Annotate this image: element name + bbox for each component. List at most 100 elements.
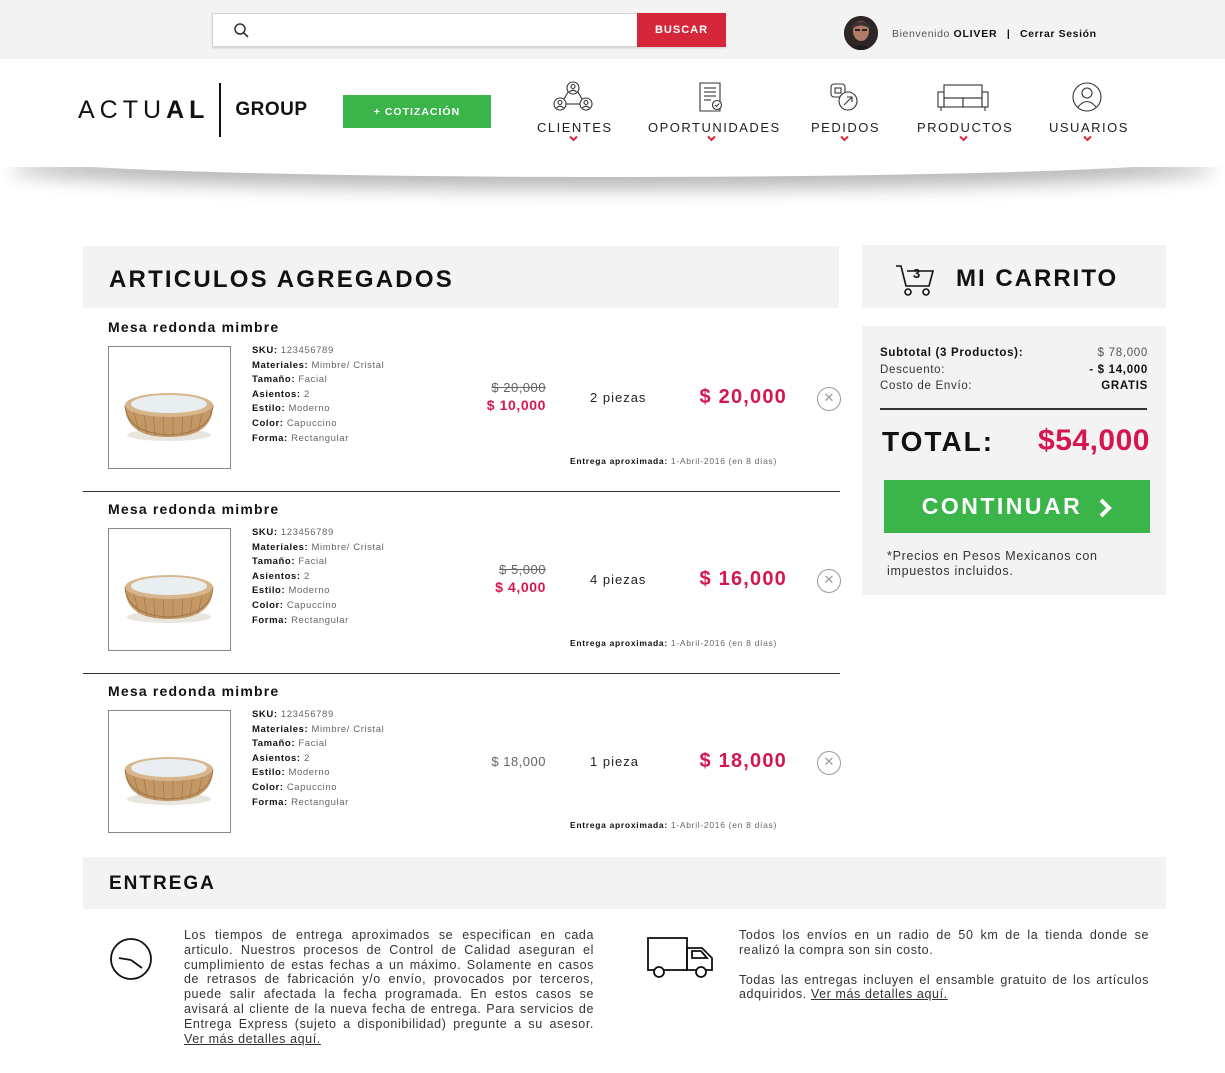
spec-label: Asientos: <box>252 570 301 582</box>
continue-button[interactable]: CONTINUAR <box>884 480 1150 533</box>
chevron-down-icon <box>568 135 578 142</box>
delivery-estimate: Entrega aproximada: 1-Abril-2016 (en 8 d… <box>570 638 777 648</box>
spec-forma: Rectangular <box>291 432 349 444</box>
nav-productos[interactable]: PRODUCTOS <box>917 81 1014 142</box>
spec-tamano: Facial <box>298 556 328 568</box>
shipping-row: Costo de Envío: GRATIS <box>880 380 1148 392</box>
spec-color: Capuccino <box>286 599 338 611</box>
nav-label-pedidos: PEDIDOS <box>811 120 881 135</box>
total-value: $54,000 <box>1038 424 1150 457</box>
item-quantity[interactable]: 1 pieza <box>590 754 639 769</box>
subtotal-label: Subtotal (3 Productos): <box>880 347 1024 359</box>
nav-usuarios[interactable]: USUARIOS <box>1049 81 1127 142</box>
remove-item-button[interactable]: ✕ <box>817 751 841 775</box>
clients-icon <box>553 81 593 111</box>
welcome-prefix: Bienvenido <box>892 28 950 40</box>
spec-materiales: Mimbre/ Cristal <box>311 359 385 371</box>
cart-item: Mesa redonda mimbre SKU: 123456789 Mater… <box>83 674 841 856</box>
logo-bold: AL <box>166 95 210 124</box>
wicker-table-image <box>124 757 214 805</box>
spec-label: Tamaño: <box>252 556 296 568</box>
item-name: Mesa redonda mimbre <box>108 683 280 699</box>
nav-clientes[interactable]: CLIENTES <box>537 81 613 142</box>
new-quote-button[interactable]: + COTIZACIÓN <box>343 95 491 128</box>
discount-price: $ 4,000 <box>495 579 546 595</box>
logout-link[interactable]: Cerrar Sesión <box>1020 28 1097 40</box>
item-specs: SKU: 123456789 Materiales: Mimbre/ Crist… <box>252 344 384 446</box>
delivery-estimate: Entrega aproximada: 1-Abril-2016 (en 8 d… <box>570 820 777 830</box>
nav-label-productos: PRODUCTOS <box>917 120 1014 135</box>
chevron-down-icon <box>706 135 716 142</box>
search-input[interactable] <box>257 15 637 45</box>
item-specs: SKU: 123456789 Materiales: Mimbre/ Crist… <box>252 708 384 810</box>
product-image[interactable] <box>108 710 231 833</box>
shipping-label: Costo de Envío: <box>880 380 973 392</box>
nav-pedidos[interactable]: PEDIDOS <box>811 81 881 142</box>
truck-icon <box>647 937 713 978</box>
spec-forma: Rectangular <box>291 796 349 808</box>
item-name: Mesa redonda mimbre <box>108 501 280 517</box>
spec-tamano: Facial <box>298 374 328 386</box>
cart-summary: Subtotal (3 Productos): $ 78,000 Descuen… <box>862 326 1166 595</box>
delivery-date: 1-Abril-2016 (en 8 días) <box>670 820 778 830</box>
nav-oportunidades[interactable]: OPORTUNIDADES <box>648 81 781 142</box>
spec-asientos: 2 <box>303 388 310 400</box>
spec-label: Forma: <box>252 796 288 808</box>
orders-icon <box>830 83 858 111</box>
wicker-table-image <box>124 575 214 623</box>
close-icon: ✕ <box>823 390 835 405</box>
spec-label: SKU: <box>252 527 278 538</box>
shopping-cart-icon: 3 <box>896 265 935 296</box>
remove-item-button[interactable]: ✕ <box>817 387 841 411</box>
logo-light: ACTU <box>78 95 167 124</box>
shipping-free-radius: Todos los envíos en un radio de 50 km de… <box>739 928 1149 957</box>
delivery-times-body: Los tiempos de entrega aproximados se es… <box>184 928 594 1031</box>
cart-item: Mesa redonda mimbre SKU: 123456789 Mater… <box>83 492 841 674</box>
item-quantity[interactable]: 4 piezas <box>590 572 646 587</box>
delivery-times-text: Los tiempos de entrega aproximados se es… <box>184 928 594 1046</box>
remove-item-button[interactable]: ✕ <box>817 569 841 593</box>
spec-materiales: Mimbre/ Cristal <box>311 541 385 553</box>
more-details-link[interactable]: Ver más detalles aquí. <box>811 987 948 1001</box>
avatar[interactable] <box>844 16 878 50</box>
product-image[interactable] <box>108 528 231 651</box>
subtotal-value: $ 78,000 <box>1097 347 1148 359</box>
original-price: $ 5,000 <box>499 562 546 577</box>
logo-divider <box>219 83 222 137</box>
product-image[interactable] <box>108 346 231 469</box>
more-details-link[interactable]: Ver más detalles aquí. <box>184 1032 321 1046</box>
spec-label: Color: <box>252 417 284 429</box>
spec-label: SKU: <box>252 345 278 356</box>
spec-materiales: Mimbre/ Cristal <box>311 723 385 735</box>
spec-estilo: Moderno <box>288 767 331 779</box>
logo-group: GROUP <box>235 99 308 120</box>
delivery-section-title: ENTREGA <box>109 873 216 894</box>
articles-header: ARTICULOS AGREGADOS <box>83 246 839 308</box>
cart-header: 3 MI CARRITO <box>862 245 1166 308</box>
discount-row: Descuento: - $ 14,000 <box>880 364 1148 376</box>
delivery-label: Entrega aproximada: <box>570 456 668 466</box>
item-quantity[interactable]: 2 piezas <box>590 390 646 405</box>
articles-title: ARTICULOS AGREGADOS <box>109 266 454 293</box>
spec-sku: 123456789 <box>280 527 334 538</box>
delivery-estimate: Entrega aproximada: 1-Abril-2016 (en 8 d… <box>570 456 777 466</box>
delivery-section-header: ENTREGA <box>83 857 1166 909</box>
spec-label: Materiales: <box>252 541 309 553</box>
item-name: Mesa redonda mimbre <box>108 319 280 335</box>
nav-label-oportunidades: OPORTUNIDADES <box>648 120 781 135</box>
document-icon <box>699 82 723 112</box>
spec-estilo: Moderno <box>288 403 331 415</box>
search-button[interactable]: BUSCAR <box>637 13 726 47</box>
main-header: ACTUAL GROUP + COTIZACIÓN CLIENTES OPORT… <box>0 59 1225 167</box>
spec-label: Estilo: <box>252 767 286 779</box>
item-total: $ 20,000 <box>699 386 787 408</box>
spec-forma: Rectangular <box>291 614 349 626</box>
nav-label-clientes: CLIENTES <box>537 120 613 135</box>
subtotal-row: Subtotal (3 Productos): $ 78,000 <box>880 347 1148 359</box>
spec-label: Materiales: <box>252 723 309 735</box>
logo[interactable]: ACTUAL GROUP <box>78 83 308 137</box>
spec-sku: 123456789 <box>280 345 334 356</box>
chevron-right-icon <box>1099 498 1113 518</box>
spec-label: Color: <box>252 599 284 611</box>
chevron-down-icon <box>839 135 849 142</box>
